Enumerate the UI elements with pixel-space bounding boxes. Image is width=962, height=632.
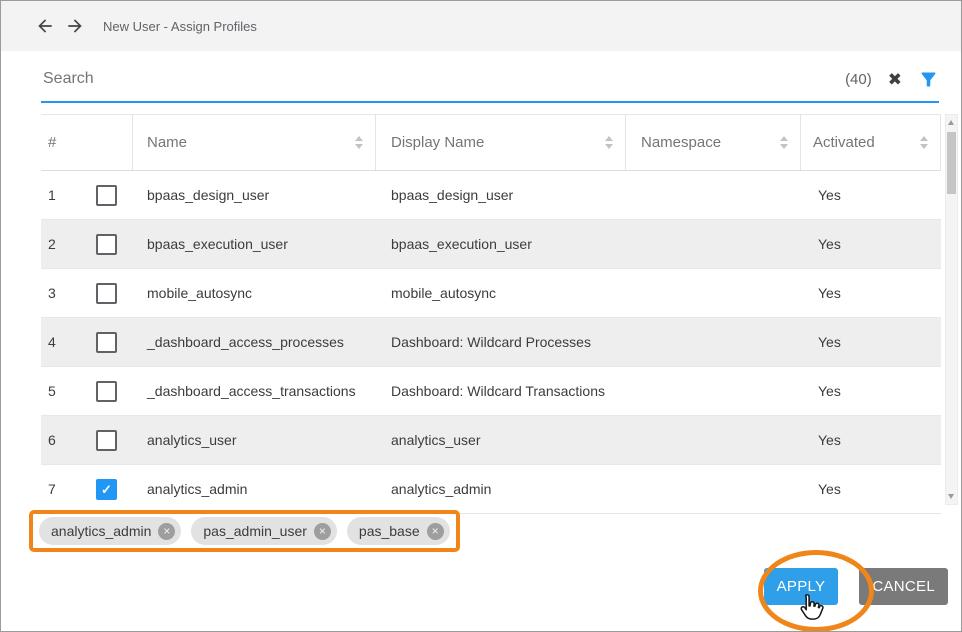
table-row[interactable]: 4 _dashboard_access_processesDashboard: W… (41, 318, 941, 367)
table-row[interactable]: 2 bpaas_execution_userbpaas_execution_use… (41, 220, 941, 269)
row-number: 3 (41, 285, 96, 301)
assign-profiles-dialog: New User - Assign Profiles (40) ✖ # Name… (0, 0, 962, 632)
apply-button[interactable]: APPLY (764, 568, 839, 605)
cell-number: 6 (41, 430, 133, 451)
table-row[interactable]: 1 bpaas_design_userbpaas_design_user Yes (41, 171, 941, 220)
cell-display-name: bpaas_design_user (376, 187, 626, 203)
cell-activated: Yes (801, 334, 941, 350)
scroll-up-icon[interactable] (948, 120, 954, 125)
forward-arrow-icon[interactable] (65, 16, 85, 36)
column-label: Activated (813, 134, 875, 151)
cell-number: 7✓ (41, 479, 133, 500)
cell-display-name: analytics_admin (376, 481, 626, 497)
profile-chip: analytics_admin × (39, 517, 181, 545)
row-number: 2 (41, 236, 96, 252)
result-count: (40) (845, 71, 872, 88)
table-body: 1 bpaas_design_userbpaas_design_user Yes 2 b… (41, 171, 941, 514)
column-header-activated[interactable]: Activated (801, 115, 941, 170)
cell-activated: Yes (801, 432, 941, 448)
column-label: Namespace (641, 134, 721, 151)
cell-display-name: Dashboard: Wildcard Transactions (376, 383, 626, 399)
cell-number: 5 (41, 381, 133, 402)
chip-remove-icon[interactable]: × (158, 523, 175, 540)
cell-name: _dashboard_access_processes (133, 334, 376, 350)
cell-name: mobile_autosync (133, 285, 376, 301)
row-checkbox[interactable] (96, 430, 117, 451)
row-number: 7 (41, 481, 96, 497)
row-number: 5 (41, 383, 96, 399)
row-number: 4 (41, 334, 96, 350)
column-header-name[interactable]: Name (133, 115, 376, 170)
search-bar: (40) ✖ (41, 57, 939, 103)
cell-activated: Yes (801, 383, 941, 399)
dialog-titlebar: New User - Assign Profiles (1, 1, 961, 51)
back-arrow-icon[interactable] (35, 16, 55, 36)
selected-profiles: analytics_admin × pas_admin_user × pas_base × (29, 510, 460, 552)
cell-name: analytics_user (133, 432, 376, 448)
cell-display-name: mobile_autosync (376, 285, 626, 301)
column-label: Name (147, 134, 187, 151)
column-label: # (48, 134, 56, 151)
sort-icon[interactable] (355, 136, 363, 149)
table-row[interactable]: 6 analytics_useranalytics_user Yes (41, 416, 941, 465)
table-row[interactable]: 7✓analytics_adminanalytics_adminYes (41, 465, 941, 514)
cell-number: 3 (41, 283, 133, 304)
row-checkbox[interactable] (96, 185, 117, 206)
cell-activated: Yes (801, 236, 941, 252)
table-row[interactable]: 3 mobile_autosyncmobile_autosync Yes (41, 269, 941, 318)
sort-icon[interactable] (920, 136, 928, 149)
search-input[interactable] (41, 69, 829, 89)
cell-display-name: Dashboard: Wildcard Processes (376, 334, 626, 350)
cancel-button[interactable]: CANCEL (859, 568, 948, 605)
filter-icon[interactable] (918, 69, 939, 90)
scrollbar-thumb[interactable] (947, 132, 956, 194)
row-checkbox[interactable] (96, 234, 117, 255)
dialog-actions: APPLY CANCEL (764, 568, 948, 605)
column-header-namespace[interactable]: Namespace (626, 115, 801, 170)
chip-remove-icon[interactable]: × (314, 523, 331, 540)
chip-label: pas_base (359, 523, 420, 539)
cell-activated: Yes (801, 187, 941, 203)
chip-label: analytics_admin (51, 523, 151, 539)
row-checkbox[interactable] (96, 332, 117, 353)
sort-icon[interactable] (605, 136, 613, 149)
chip-label: pas_admin_user (203, 523, 307, 539)
cell-name: _dashboard_access_transactions (133, 383, 376, 399)
column-header-display-name[interactable]: Display Name (376, 115, 626, 170)
row-checkbox[interactable]: ✓ (96, 479, 117, 500)
row-number: 1 (41, 187, 96, 203)
cell-number: 4 (41, 332, 133, 353)
sort-icon[interactable] (780, 136, 788, 149)
cell-name: analytics_admin (133, 481, 376, 497)
vertical-scrollbar[interactable] (945, 114, 958, 505)
table-row[interactable]: 5 _dashboard_access_transactionsDashboard… (41, 367, 941, 416)
profile-chip: pas_admin_user × (191, 517, 337, 545)
profiles-table: # Name Display Name Namespace Activated … (41, 114, 941, 514)
row-checkbox[interactable] (96, 381, 117, 402)
cell-display-name: analytics_user (376, 432, 626, 448)
chip-remove-icon[interactable]: × (427, 523, 444, 540)
cell-activated: Yes (801, 481, 941, 497)
cell-number: 2 (41, 234, 133, 255)
cell-activated: Yes (801, 285, 941, 301)
scroll-down-icon[interactable] (948, 494, 954, 499)
row-checkbox[interactable] (96, 283, 117, 304)
clear-search-icon[interactable]: ✖ (888, 71, 902, 88)
column-header-number[interactable]: # (41, 115, 133, 170)
page-title: New User - Assign Profiles (103, 19, 257, 34)
cell-name: bpaas_execution_user (133, 236, 376, 252)
column-label: Display Name (391, 134, 484, 151)
cell-name: bpaas_design_user (133, 187, 376, 203)
cell-display-name: bpaas_execution_user (376, 236, 626, 252)
profile-chip: pas_base × (347, 517, 450, 545)
table-header: # Name Display Name Namespace Activated (41, 114, 941, 171)
row-number: 6 (41, 432, 96, 448)
cell-number: 1 (41, 185, 133, 206)
